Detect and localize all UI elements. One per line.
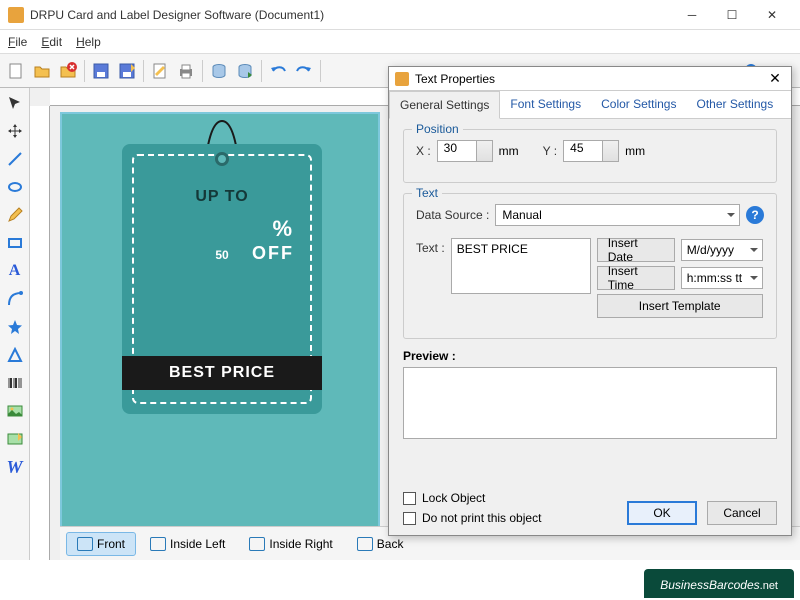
tab-other-settings[interactable]: Other Settings <box>686 91 783 118</box>
star-tool-icon[interactable] <box>4 316 26 338</box>
save-as-icon[interactable] <box>115 59 139 83</box>
dialog-close-button[interactable]: ✕ <box>765 70 785 87</box>
menu-file[interactable]: File <box>8 35 27 49</box>
lock-object-label: Lock Object <box>422 491 485 505</box>
tag-body: UP TO 50 % OFF BEST PRICE <box>122 144 322 414</box>
tag-band-text: BEST PRICE <box>122 356 322 390</box>
dialog-icon <box>395 72 409 86</box>
edit-icon[interactable] <box>148 59 172 83</box>
undo-icon[interactable] <box>266 59 290 83</box>
price-tag[interactable]: UP TO 50 % OFF BEST PRICE <box>122 144 322 414</box>
text-group: Text Data Source : Manual ? Text : Inser… <box>403 193 777 339</box>
text-label: Text : <box>416 238 445 255</box>
dialog-titlebar[interactable]: Text Properties ✕ <box>389 67 791 91</box>
tab-general-settings[interactable]: General Settings <box>389 91 500 119</box>
date-format-select[interactable]: M/d/yyyy <box>681 239 763 261</box>
do-not-print-checkbox[interactable] <box>403 512 416 525</box>
barcode-tool-icon[interactable] <box>4 372 26 394</box>
insert-date-button[interactable]: Insert Date <box>597 238 675 262</box>
menubar: File Edit Help <box>0 30 800 54</box>
pencil-tool-icon[interactable] <box>4 204 26 226</box>
data-source-label: Data Source : <box>416 208 489 222</box>
position-group: Position X : 30 mm Y : 45 mm <box>403 129 777 183</box>
ruler-vertical <box>30 106 50 560</box>
text-input[interactable] <box>451 238 591 294</box>
preview-box <box>403 367 777 439</box>
tab-font-settings[interactable]: Font Settings <box>500 91 591 118</box>
database-icon[interactable] <box>207 59 231 83</box>
watermark: BusinessBarcodes.net <box>644 569 794 598</box>
print-icon[interactable] <box>174 59 198 83</box>
page-tab-front[interactable]: Front <box>66 532 136 556</box>
lock-object-checkbox[interactable] <box>403 492 416 505</box>
maximize-button[interactable]: ☐ <box>712 1 752 29</box>
text-properties-dialog: Text Properties ✕ General Settings Font … <box>388 66 792 536</box>
image-tool-icon[interactable] <box>4 400 26 422</box>
cancel-button[interactable]: Cancel <box>707 501 777 525</box>
tag-hole-icon <box>215 152 229 166</box>
time-format-select[interactable]: h:mm:ss tt <box>681 267 763 289</box>
wordart-tool-icon[interactable]: W <box>4 456 26 478</box>
data-source-select[interactable]: Manual <box>495 204 740 226</box>
ellipse-tool-icon[interactable] <box>4 176 26 198</box>
x-unit: mm <box>499 144 519 158</box>
page-icon <box>77 537 93 551</box>
dialog-body: Position X : 30 mm Y : 45 mm Text Data S… <box>389 119 791 449</box>
menu-help[interactable]: Help <box>76 35 101 49</box>
y-label: Y : <box>543 144 557 158</box>
rectangle-tool-icon[interactable] <box>4 232 26 254</box>
open-icon[interactable] <box>30 59 54 83</box>
page-tab-inside-right[interactable]: Inside Right <box>239 533 342 555</box>
dialog-footer: Lock Object Do not print this object OK … <box>403 485 777 525</box>
arc-tool-icon[interactable] <box>4 288 26 310</box>
close-file-icon[interactable] <box>56 59 80 83</box>
tool-palette: A W <box>0 88 30 560</box>
move-tool-icon[interactable] <box>4 120 26 142</box>
text-group-label: Text <box>412 186 442 200</box>
dialog-tabs: General Settings Font Settings Color Set… <box>389 91 791 119</box>
minimize-button[interactable]: ─ <box>672 1 712 29</box>
window-title: DRPU Card and Label Designer Software (D… <box>30 8 672 22</box>
insert-template-button[interactable]: Insert Template <box>597 294 763 318</box>
y-input[interactable]: 45 <box>563 140 619 162</box>
x-input[interactable]: 30 <box>437 140 493 162</box>
page-tab-inside-left[interactable]: Inside Left <box>140 533 235 555</box>
x-label: X : <box>416 144 431 158</box>
insert-time-button[interactable]: Insert Time <box>597 266 675 290</box>
select-tool-icon[interactable] <box>4 92 26 114</box>
new-icon[interactable] <box>4 59 28 83</box>
menu-edit[interactable]: Edit <box>41 35 62 49</box>
app-icon <box>8 7 24 23</box>
titlebar: DRPU Card and Label Designer Software (D… <box>0 0 800 30</box>
position-label: Position <box>412 122 463 136</box>
dialog-title-text: Text Properties <box>415 72 765 86</box>
y-unit: mm <box>625 144 645 158</box>
page-icon <box>150 537 166 551</box>
redo-icon[interactable] <box>292 59 316 83</box>
triangle-tool-icon[interactable] <box>4 344 26 366</box>
save-icon[interactable] <box>89 59 113 83</box>
text-tool-icon[interactable]: A <box>4 260 26 282</box>
ok-button[interactable]: OK <box>627 501 697 525</box>
preview-label: Preview : <box>403 349 777 363</box>
do-not-print-label: Do not print this object <box>422 511 541 525</box>
database-export-icon[interactable] <box>233 59 257 83</box>
tab-color-settings[interactable]: Color Settings <box>591 91 686 118</box>
help-icon[interactable]: ? <box>746 206 764 224</box>
page-icon <box>249 537 265 551</box>
library-tool-icon[interactable] <box>4 428 26 450</box>
design-canvas[interactable]: UP TO 50 % OFF BEST PRICE <box>60 112 380 532</box>
close-button[interactable]: ✕ <box>752 1 792 29</box>
line-tool-icon[interactable] <box>4 148 26 170</box>
tag-value-text: 50 % OFF <box>136 212 308 268</box>
page-icon <box>357 537 373 551</box>
